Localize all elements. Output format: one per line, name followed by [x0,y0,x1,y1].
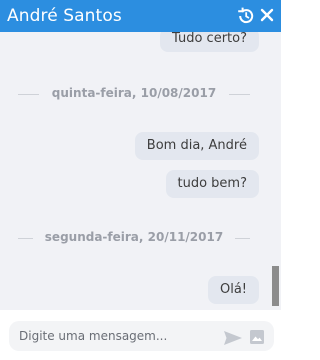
send-icon[interactable] [224,331,242,345]
history-icon[interactable] [237,7,255,25]
chat-title: André Santos [7,6,122,26]
date-divider: segunda-feira, 20/11/2017 [18,229,250,247]
message-composer [0,310,281,360]
date-divider: quinta-feira, 10/08/2017 [18,85,250,103]
message-bubble: Tudo certo? [160,32,259,52]
divider-line [235,238,250,239]
date-label: quinta-feira, 10/08/2017 [51,86,217,100]
image-icon[interactable] [250,330,264,344]
scrollbar-thumb[interactable] [272,266,279,306]
divider-line [229,94,250,95]
chat-header: André Santos [0,0,281,32]
message-bubble: Olá! [207,276,259,304]
date-label: segunda-feira, 20/11/2017 [44,230,224,244]
message-bubble: Bom dia, André [134,132,259,160]
message-bubble: tudo bem? [165,170,259,198]
close-icon[interactable] [260,8,274,22]
message-list[interactable]: Tudo certo? quinta-feira, 10/08/2017 Bom… [0,32,268,310]
